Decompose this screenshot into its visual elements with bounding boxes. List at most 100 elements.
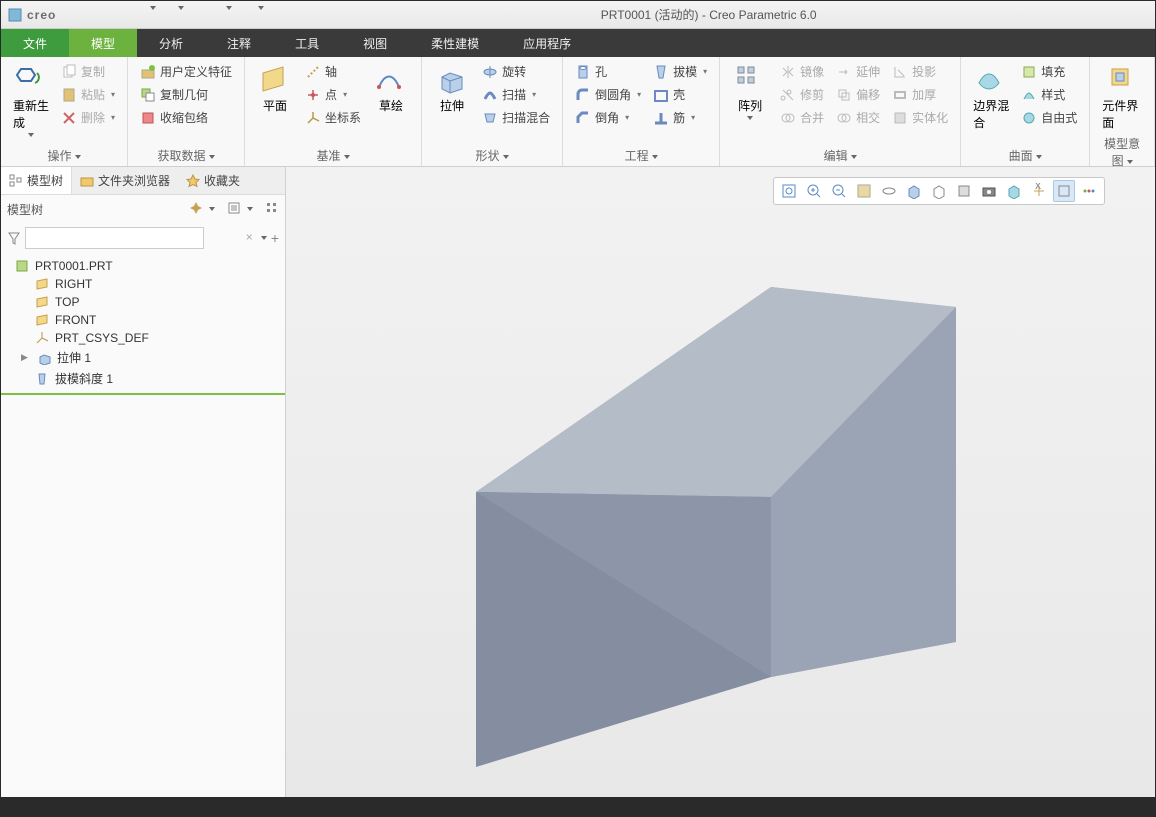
delete-button[interactable]: 删除▾ [57,107,119,128]
saved-view-icon[interactable] [903,180,925,202]
regen-icon[interactable] [186,6,204,24]
extrude-button[interactable]: 拉伸 [430,61,474,116]
freeform-button[interactable]: 自由式 [1017,107,1081,128]
solidify-button[interactable]: 实体化 [888,107,952,128]
style-button[interactable]: 样式 [1017,84,1081,105]
plane-button[interactable]: 平面 [253,61,297,116]
draft-button[interactable]: 拔模▾ [649,61,711,82]
expand-icon[interactable]: ▶ [21,352,31,363]
point-button[interactable]: 点▾ [301,84,365,105]
spin-icon[interactable] [878,180,900,202]
tree-node-front[interactable]: FRONT [1,311,285,329]
qat-more-icon[interactable] [258,6,264,10]
udf-button[interactable]: 用户定义特征 [136,61,236,82]
snapshot-icon[interactable] [978,180,1000,202]
display-style-icon[interactable] [953,180,975,202]
open-icon[interactable] [90,6,108,24]
tab-model[interactable]: 模型 [69,29,137,57]
add-filter-icon[interactable]: + [271,230,279,246]
regenerate-button[interactable]: 重新生成 [9,61,53,139]
plane-small-icon [35,313,49,327]
panel-tab-tree[interactable]: 模型树 [1,167,72,194]
tab-tools[interactable]: 工具 [273,29,341,57]
shrinkwrap-button[interactable]: 收缩包络 [136,107,236,128]
freeform-icon [1021,110,1037,126]
tree-node-extrude[interactable]: ▶拉伸 1 [1,347,285,368]
paste-button[interactable]: 粘贴▾ [57,84,119,105]
tree-tools-icon[interactable] [189,201,203,218]
rib-button[interactable]: 筋▾ [649,107,711,128]
hole-button[interactable]: 孔 [571,61,645,82]
clear-search-icon[interactable]: × [246,230,253,244]
save-icon[interactable] [110,6,128,24]
close-window-icon[interactable] [234,6,252,24]
tree-search-input[interactable] [25,227,204,249]
copygeom-button[interactable]: 复制几何 [136,84,236,105]
tree-node-top[interactable]: TOP [1,293,285,311]
copy-button[interactable]: 复制 [57,61,119,82]
round-icon [575,87,591,103]
sweepblend-button[interactable]: 扫描混合 [478,107,554,128]
group-engineer: 孔 倒圆角▾ 倒角▾ 拔模▾ 壳 筋▾ 工程 [563,57,720,166]
boundary-button[interactable]: 边界混合 [969,61,1013,133]
draft-small-icon [35,372,49,386]
intersect-icon [836,110,852,126]
undo-icon[interactable] [130,6,148,24]
window-more-icon[interactable] [226,6,232,10]
sketch-button[interactable]: 草绘 [369,61,413,116]
repaint-icon[interactable] [853,180,875,202]
tree-node-right[interactable]: RIGHT [1,275,285,293]
panel-tab-fav[interactable]: 收藏夹 [178,167,248,194]
merge-button[interactable]: 合并 [776,107,828,128]
group-surface-label: 曲面 [969,145,1081,164]
tab-app[interactable]: 应用程序 [501,29,593,57]
trim-button[interactable]: 修剪 [776,84,828,105]
named-view-icon[interactable] [928,180,950,202]
app-icon [7,7,23,23]
offset-button[interactable]: 偏移 [832,84,884,105]
annotation-display-icon[interactable] [1053,180,1075,202]
chamfer-button[interactable]: 倒角▾ [571,107,645,128]
zoom-fit-icon[interactable] [778,180,800,202]
component-interface-button[interactable]: 元件界面 [1098,61,1146,133]
revolve-button[interactable]: 旋转 [478,61,554,82]
shell-button[interactable]: 壳 [649,84,711,105]
redo-more-icon[interactable] [178,6,184,10]
tree-node-draft[interactable]: 拔模斜度 1 [1,368,285,389]
datum-display-icon[interactable]: x [1028,180,1050,202]
panel-tab-folder[interactable]: 文件夹浏览器 [72,167,178,194]
more-display-icon[interactable] [1078,180,1100,202]
fill-button[interactable]: 填充 [1017,61,1081,82]
tab-annotate[interactable]: 注释 [205,29,273,57]
sweepblend-icon [482,110,498,126]
tree-node-csys[interactable]: PRT_CSYS_DEF [1,329,285,347]
zoom-out-icon[interactable] [828,180,850,202]
project-button[interactable]: 投影 [888,61,952,82]
csys-button[interactable]: 坐标系 [301,107,365,128]
mirror-button[interactable]: 镜像 [776,61,828,82]
tree-root[interactable]: PRT0001.PRT [1,257,285,275]
graphics-canvas[interactable]: x [286,167,1155,797]
thicken-button[interactable]: 加厚 [888,84,952,105]
tab-file[interactable]: 文件 [1,29,69,57]
redo-icon[interactable] [158,6,176,24]
plane-icon [259,63,291,95]
sweep-button[interactable]: 扫描▾ [478,84,554,105]
undo-more-icon[interactable] [150,6,156,10]
tab-flex[interactable]: 柔性建模 [409,29,501,57]
new-icon[interactable] [70,6,88,24]
zoom-in-icon[interactable] [803,180,825,202]
window-icon[interactable] [206,6,224,24]
intersect-button[interactable]: 相交 [832,107,884,128]
search-options-icon[interactable] [261,236,267,240]
tab-view[interactable]: 视图 [341,29,409,57]
pattern-button[interactable]: 阵列 [728,61,772,122]
axis-button[interactable]: 轴 [301,61,365,82]
perspective-icon[interactable] [1003,180,1025,202]
tree-settings-icon[interactable] [227,201,241,218]
funnel-icon[interactable] [7,231,21,245]
round-button[interactable]: 倒圆角▾ [571,84,645,105]
tree-filter-icon[interactable] [265,201,279,218]
tab-analysis[interactable]: 分析 [137,29,205,57]
extend-button[interactable]: 延伸 [832,61,884,82]
